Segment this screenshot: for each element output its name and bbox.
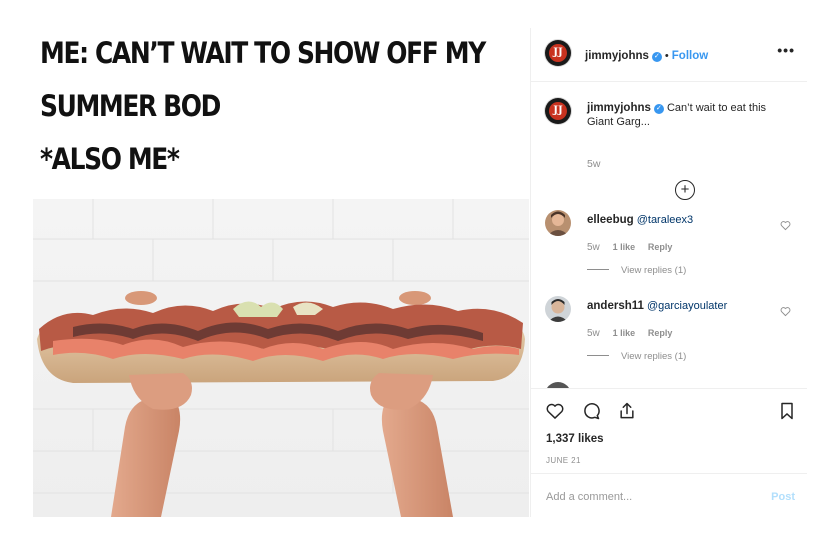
comment-username[interactable]: elleebug: [587, 214, 634, 226]
heart-icon[interactable]: [545, 401, 565, 421]
brand-logo-icon: JJ: [549, 44, 567, 62]
avatar[interactable]: [545, 296, 571, 322]
verified-badge-icon: ✓: [651, 52, 662, 62]
meme-caption: ME: CAN’T WAIT TO SHOW OFF MY SUMMER BOD…: [40, 27, 486, 186]
avatar[interactable]: JJ: [545, 40, 571, 66]
more-options-icon[interactable]: •••: [777, 42, 795, 58]
comment-username[interactable]: andersh11: [587, 300, 644, 312]
share-icon[interactable]: [617, 401, 637, 421]
view-replies-label: View replies (1): [621, 351, 687, 362]
post-header: JJ jimmyjohns ✓ • Follow •••: [531, 28, 807, 82]
brand-logo-icon: JJ: [549, 102, 567, 120]
header-username[interactable]: jimmyjohns: [585, 50, 649, 62]
view-replies-button[interactable]: View replies (1): [587, 351, 686, 362]
avatar-image: [545, 210, 571, 236]
verified-badge-icon: ✓: [653, 104, 664, 114]
comment-meta: 5w 1 like Reply: [587, 242, 682, 253]
comment-likes[interactable]: 1 like: [613, 328, 636, 338]
comment-like-heart-icon[interactable]: [780, 306, 791, 317]
view-replies-button[interactable]: View replies (1): [587, 265, 686, 276]
view-replies-label: View replies (1): [621, 265, 687, 276]
header-separator: •: [664, 50, 669, 62]
comment-time[interactable]: 5w: [587, 328, 600, 339]
caption-timestamp[interactable]: 5w: [587, 158, 600, 170]
likes-count[interactable]: 1,337 likes: [546, 433, 604, 445]
header-user-line: jimmyjohns ✓ • Follow: [585, 46, 708, 64]
post-date[interactable]: JUNE 21: [546, 456, 581, 465]
bookmark-icon[interactable]: [777, 401, 797, 421]
comment-meta: 5w 1 like Reply: [587, 328, 682, 339]
post-comment-button[interactable]: Post: [771, 491, 795, 503]
caption-text-block: jimmyjohns ✓ Can’t wait to eat this Giant…: [587, 101, 787, 129]
follow-button[interactable]: Follow: [672, 50, 708, 62]
post-sidebar: JJ jimmyjohns ✓ • Follow ••• JJ jimmyjohns ✓…: [530, 28, 807, 517]
load-more-comments-icon[interactable]: +: [675, 180, 695, 200]
avatar[interactable]: JJ: [545, 98, 571, 124]
meme-line-3: *ALSO ME*: [40, 142, 180, 176]
avatar[interactable]: [545, 210, 571, 236]
sandwich-photo: [33, 199, 529, 517]
replies-divider: [587, 355, 609, 356]
reply-button[interactable]: Reply: [648, 242, 673, 252]
comment-mention[interactable]: @taraleex3: [637, 214, 693, 226]
comment-mention[interactable]: @garciayoulater: [647, 300, 727, 312]
comment-text: elleebug @taraleex3: [587, 214, 693, 226]
comment-input[interactable]: Add a comment...: [546, 491, 632, 503]
add-comment-bar: Add a comment... Post: [531, 473, 807, 518]
post-media[interactable]: ME: CAN’T WAIT TO SHOW OFF MY SUMMER BOD…: [33, 14, 529, 517]
meme-line-2: SUMMER BOD: [40, 89, 221, 123]
comment-icon[interactable]: [581, 401, 601, 421]
sandwich-illustration: [33, 199, 529, 517]
comments-list[interactable]: JJ jimmyjohns ✓ Can’t wait to eat this Gi…: [531, 82, 807, 388]
comment-like-heart-icon[interactable]: [780, 220, 791, 231]
caption-username[interactable]: jimmyjohns: [587, 102, 651, 114]
comment-likes[interactable]: 1 like: [613, 242, 636, 252]
comment-time[interactable]: 5w: [587, 242, 600, 253]
avatar-image: [545, 296, 571, 322]
meme-line-1: ME: CAN’T WAIT TO SHOW OFF MY: [40, 36, 486, 70]
replies-divider: [587, 269, 609, 270]
comment-text: andersh11 @garciayoulater: [587, 300, 727, 312]
reply-button[interactable]: Reply: [648, 328, 673, 338]
